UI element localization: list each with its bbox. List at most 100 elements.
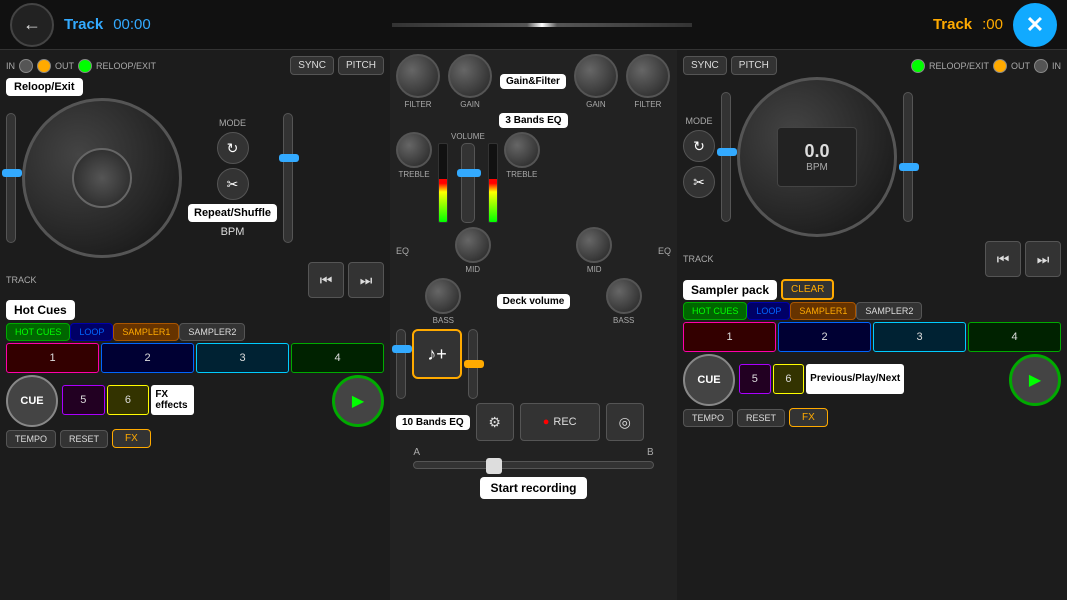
right-next-button[interactable]: ⏭ <box>1025 241 1061 277</box>
left-reloop-dot[interactable] <box>78 59 92 73</box>
mid-right-knob[interactable] <box>576 227 612 263</box>
left-tab-loop[interactable]: LOOP <box>70 323 113 341</box>
left-fx-button[interactable]: FX <box>112 429 151 448</box>
left-pitch-thumb-r[interactable] <box>279 154 299 162</box>
left-pitch-slider[interactable] <box>6 98 16 258</box>
right-sync-button[interactable]: SYNC <box>683 56 727 75</box>
crossfader-thumb[interactable] <box>486 458 502 474</box>
mixer: FILTER GAIN Gain&Filter GAIN FILTER 3 Ba… <box>390 50 677 600</box>
right-pad-1[interactable]: 1 <box>683 322 776 352</box>
left-jog-wheel[interactable] <box>22 98 182 258</box>
left-sync-button[interactable]: SYNC <box>290 56 334 75</box>
gain-left-knob-circle[interactable] <box>448 54 492 98</box>
right-reloop-dot[interactable] <box>911 59 925 73</box>
filter-right-knob: FILTER <box>626 54 670 109</box>
left-pitch-thumb[interactable] <box>2 169 22 177</box>
gain-right-knob-circle[interactable] <box>574 54 618 98</box>
right-play-button[interactable]: ▶ <box>1009 354 1061 406</box>
eq-right-label: EQ <box>658 246 671 256</box>
sampler-button[interactable]: ♪+ <box>412 329 462 379</box>
left-pad-1[interactable]: 1 <box>6 343 99 373</box>
volume-fader-thumb[interactable] <box>457 169 481 177</box>
target-button[interactable]: ◎ <box>606 403 644 441</box>
right-pad-6[interactable]: 6 <box>773 364 805 394</box>
left-channel-fader[interactable] <box>396 329 406 399</box>
left-next-button[interactable]: ⏭ <box>348 262 384 298</box>
right-tempo-fx-row: TEMPO RESET FX <box>683 408 1061 427</box>
right-pad-3[interactable]: 3 <box>873 322 966 352</box>
right-pitch-button[interactable]: PITCH <box>731 56 777 75</box>
left-in-label: IN <box>6 61 15 71</box>
left-pad-4[interactable]: 4 <box>291 343 384 373</box>
left-pitch-button[interactable]: PITCH <box>338 56 384 75</box>
crossfader-section: A B <box>390 443 677 473</box>
left-tab-sampler1[interactable]: SAMPLER1 <box>113 323 179 341</box>
left-pad-2[interactable]: 2 <box>101 343 194 373</box>
right-in-dot[interactable] <box>1034 59 1048 73</box>
right-in-out-row: SYNC PITCH RELOOP/EXIT OUT IN <box>683 56 1061 75</box>
right-jog-wheel[interactable]: 0.0 BPM <box>737 77 897 237</box>
left-in-dot[interactable] <box>19 59 33 73</box>
close-button[interactable]: ✕ <box>1013 3 1057 47</box>
right-channel-fader[interactable] <box>468 329 478 399</box>
left-tab-sampler2[interactable]: SAMPLER2 <box>179 323 245 341</box>
filter-right-label: FILTER <box>634 100 661 109</box>
left-pad-6[interactable]: 6 <box>107 385 150 415</box>
right-pitch-thumb-r[interactable] <box>899 163 919 171</box>
left-play-icon: ▶ <box>352 391 364 411</box>
left-play-button[interactable]: ▶ <box>332 375 384 427</box>
clear-button[interactable]: CLEAR <box>781 279 834 300</box>
left-channel-fader-thumb[interactable] <box>392 345 412 353</box>
right-tempo-button[interactable]: TEMPO <box>683 409 733 427</box>
left-cue-button[interactable]: CUE <box>6 375 58 427</box>
hot-cues-tooltip: Hot Cues <box>6 300 75 320</box>
right-tab-loop[interactable]: LOOP <box>747 302 790 320</box>
right-tab-sampler1[interactable]: SAMPLER1 <box>790 302 856 320</box>
bass-right-knob[interactable] <box>606 278 642 314</box>
eq-left-label: EQ <box>396 246 409 256</box>
mid-left-knob[interactable] <box>455 227 491 263</box>
mixer-top-knobs: FILTER GAIN Gain&Filter GAIN FILTER <box>390 50 677 113</box>
treble-left-knob[interactable] <box>396 132 432 168</box>
right-pad-2[interactable]: 2 <box>778 322 871 352</box>
left-pitch-slider-right[interactable] <box>283 98 293 258</box>
right-tab-hotcues[interactable]: HOT CUES <box>683 302 747 320</box>
left-pad-5[interactable]: 5 <box>62 385 105 415</box>
treble-right-knob[interactable] <box>504 132 540 168</box>
left-mode-btn2[interactable]: ✂ <box>217 168 249 200</box>
back-button[interactable]: ← <box>10 3 54 47</box>
eq-settings-button[interactable]: ⚙ <box>476 403 514 441</box>
right-pad-4[interactable]: 4 <box>968 322 1061 352</box>
crossfader-track[interactable] <box>413 461 653 469</box>
left-tempo-button[interactable]: TEMPO <box>6 430 56 448</box>
right-prev-button[interactable]: ⏮ <box>985 241 1021 277</box>
right-channel-fader-thumb[interactable] <box>464 360 484 368</box>
filter-right-knob-circle[interactable] <box>626 54 670 98</box>
right-pitch-slider-right[interactable] <box>903 77 913 237</box>
right-bpm-value: 0.0 <box>804 141 829 162</box>
right-pitch-slider-left[interactable] <box>721 77 731 237</box>
right-tab-sampler2[interactable]: SAMPLER2 <box>856 302 922 320</box>
right-fx-button[interactable]: FX <box>789 408 828 427</box>
left-out-dot[interactable] <box>37 59 51 73</box>
right-out-dot[interactable] <box>993 59 1007 73</box>
left-pad-3[interactable]: 3 <box>196 343 289 373</box>
left-tab-hotcues[interactable]: HOT CUES <box>6 323 70 341</box>
left-prev-button[interactable]: ⏮ <box>308 262 344 298</box>
right-reset-button[interactable]: RESET <box>737 409 785 427</box>
bass-row: BASS Deck volume BASS <box>390 276 677 327</box>
right-mode-btn2[interactable]: ✂ <box>683 166 715 198</box>
left-reset-button[interactable]: RESET <box>60 430 108 448</box>
rec-button[interactable]: ● REC <box>520 403 600 441</box>
filter-left-knob-circle[interactable] <box>396 54 440 98</box>
right-pitch-thumb-l[interactable] <box>717 148 737 156</box>
left-out-label: OUT <box>55 61 74 71</box>
right-mode-btn1[interactable]: ↻ <box>683 130 715 162</box>
left-pad-grid-bottom: 5 6 FX effects <box>62 385 328 415</box>
left-mode-btn1[interactable]: ↻ <box>217 132 249 164</box>
bass-left-knob[interactable] <box>425 278 461 314</box>
right-pad-5[interactable]: 5 <box>739 364 771 394</box>
back-icon: ← <box>23 14 41 35</box>
right-deck: SYNC PITCH RELOOP/EXIT OUT IN MODE ↻ ✂ <box>677 50 1067 600</box>
right-cue-button[interactable]: CUE <box>683 354 735 406</box>
